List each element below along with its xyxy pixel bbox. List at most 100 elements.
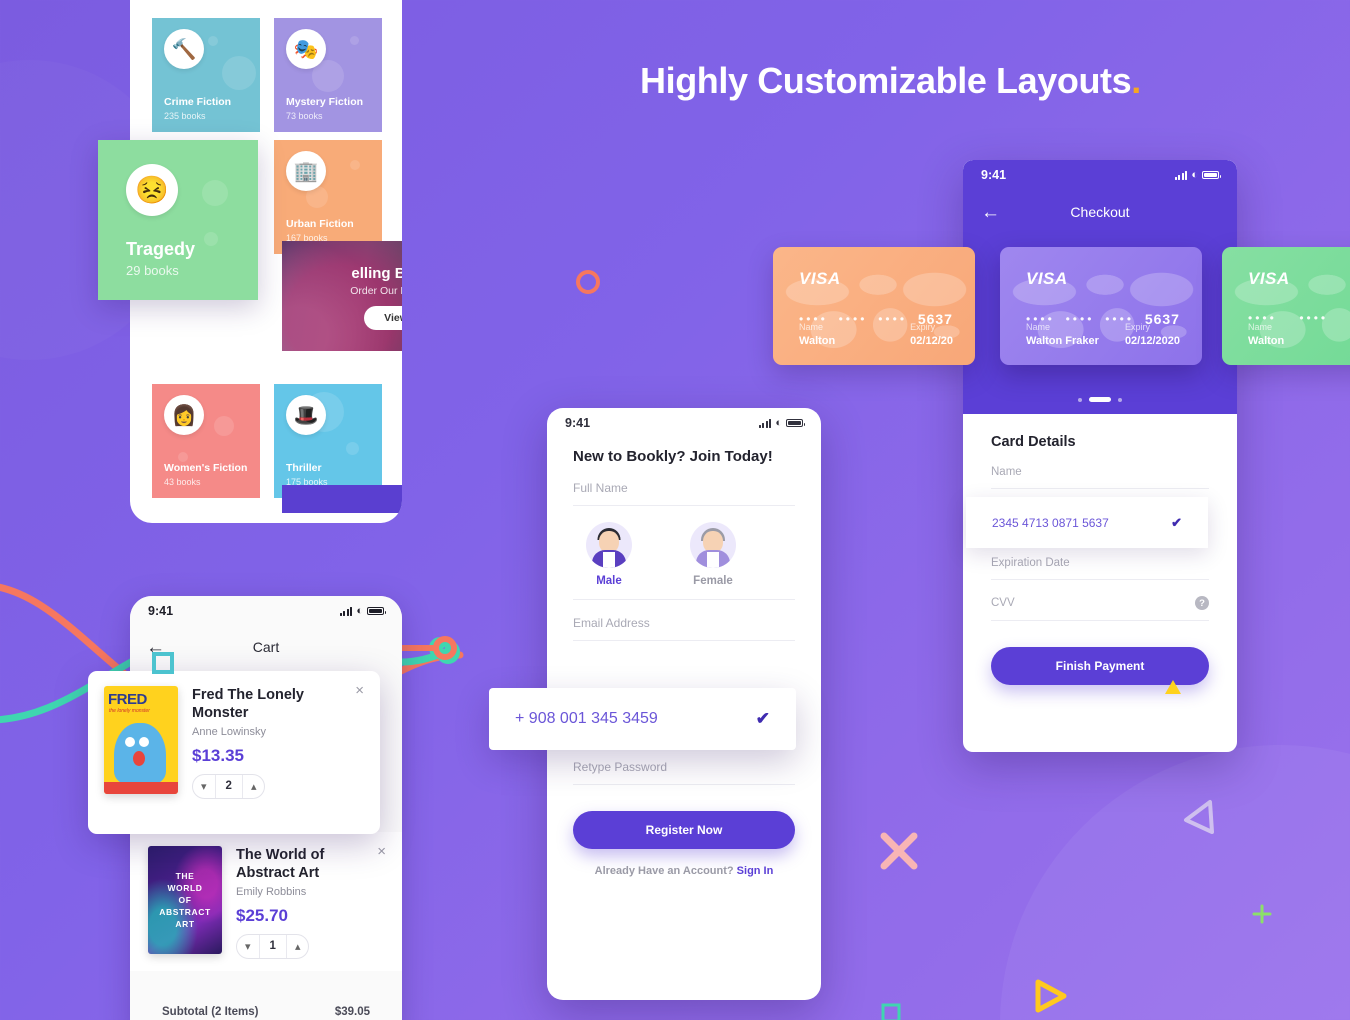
status-bar: 9:41 ◐ xyxy=(547,408,821,438)
card-footer: Name Walton Expiry 02/12/20 xyxy=(799,322,953,347)
increase-quantity-button[interactable]: ▴ xyxy=(287,940,309,953)
gender-label-female: Female xyxy=(693,575,733,587)
register-footer: Already Have an Account? Sign In xyxy=(547,865,821,877)
book-price: $25.70 xyxy=(236,906,288,926)
cover-monster-mouth xyxy=(133,751,145,766)
card-name-placeholder: Name xyxy=(991,466,1022,478)
category-card-womens-fiction[interactable]: 👩 Women's Fiction 43 books xyxy=(152,384,260,498)
decorative-yellow-triangle-icon xyxy=(1035,979,1067,1013)
battery-icon xyxy=(786,419,805,427)
status-icons: ◐ xyxy=(339,605,386,617)
quantity-stepper[interactable]: ▾ 2 ▴ xyxy=(192,774,266,800)
register-now-button[interactable]: Register Now xyxy=(573,811,795,849)
remove-item-button[interactable]: × xyxy=(355,683,364,698)
phone-number-input[interactable]: + 908 001 345 3459 ✔ xyxy=(489,688,796,750)
card-expiry-label: Expiry xyxy=(1124,322,1150,332)
promo-title: elling Books xyxy=(351,265,402,282)
category-card-mystery-fiction[interactable]: 🎭 Mystery Fiction 73 books xyxy=(274,18,382,132)
gavel-icon: 🔨 xyxy=(164,29,204,69)
woman-icon: 👩 xyxy=(164,395,204,435)
category-count: 73 books xyxy=(286,111,323,121)
card-name-value: Walton xyxy=(1248,335,1285,347)
card-number-input[interactable]: 2345 4713 0871 5637 ✔ xyxy=(966,497,1208,548)
sign-in-link[interactable]: Sign In xyxy=(737,865,774,877)
decorative-teal-square-icon xyxy=(881,1003,901,1020)
decorative-teal-square-outline xyxy=(152,652,174,674)
quantity-stepper[interactable]: ▾ 1 ▴ xyxy=(236,934,310,960)
card-expiry-value: 02/12/20 xyxy=(910,335,953,347)
carousel-dot-active[interactable] xyxy=(1089,397,1111,402)
gender-option-male[interactable]: Male xyxy=(573,522,645,587)
decorative-bubble xyxy=(214,416,234,436)
full-name-input[interactable]: Full Name xyxy=(573,465,795,506)
cvv-input[interactable]: CVV ? xyxy=(991,580,1209,621)
world-map-pattern xyxy=(1000,247,1202,365)
category-card-thriller[interactable]: 🎩 Thriller 175 books xyxy=(274,384,382,498)
visa-card-green[interactable]: VISA •••• •••• •••• Name Walton xyxy=(1222,247,1350,365)
category-card-urban-fiction[interactable]: 🏢 Urban Fiction 167 books xyxy=(274,140,382,254)
cover-line: THE xyxy=(175,871,195,881)
category-count: 235 books xyxy=(164,111,206,121)
carousel-dot[interactable] xyxy=(1118,397,1122,402)
status-time: 9:41 xyxy=(148,604,174,618)
check-icon: ✔ xyxy=(1171,514,1182,530)
card-carousel-indicator[interactable] xyxy=(963,397,1237,402)
promo-view-button[interactable]: View xyxy=(364,306,402,330)
phone-number-value: + 908 001 345 3459 xyxy=(515,710,658,727)
decorative-bubble xyxy=(346,442,359,455)
category-card-crime-fiction[interactable]: 🔨 Crime Fiction 235 books xyxy=(152,18,260,132)
gender-label-male: Male xyxy=(596,575,622,587)
status-icons: ◐ xyxy=(1174,169,1221,181)
check-icon: ✔ xyxy=(755,709,770,728)
status-bar: 9:41 ◐ xyxy=(130,596,402,626)
page-title-text: Highly Customizable Layouts xyxy=(640,60,1132,101)
card-footer: Name Walton Fraker Expiry 02/12/2020 xyxy=(1026,322,1180,347)
help-icon[interactable]: ? xyxy=(1195,596,1209,610)
email-input[interactable]: Email Address xyxy=(573,600,795,641)
tragedy-mask-icon: 😣 xyxy=(126,164,178,216)
category-name: Thriller xyxy=(286,462,322,474)
finish-payment-button[interactable]: Finish Payment xyxy=(991,647,1209,694)
category-card-tragedy[interactable]: 😣 Tragedy 29 books xyxy=(98,140,258,300)
cover-subtitle: the lonely monster xyxy=(109,708,150,714)
decorative-bubble xyxy=(350,36,359,45)
category-name: Tragedy xyxy=(126,239,196,259)
cover-title: FRED xyxy=(108,691,147,708)
gender-option-female[interactable]: Female xyxy=(677,522,749,587)
register-heading: New to Bookly? Join Today! xyxy=(573,448,773,465)
book-title: Fred The Lonely Monster xyxy=(192,687,304,722)
background-blob-large xyxy=(1000,745,1350,1020)
category-name: Crime Fiction xyxy=(164,96,232,108)
male-avatar xyxy=(586,522,632,568)
card-name-value: Walton xyxy=(799,335,836,347)
back-button[interactable]: ← xyxy=(981,203,1000,222)
card-expiry-block: Expiry 02/12/20 xyxy=(910,322,953,347)
card-name-input[interactable]: Name xyxy=(991,450,1209,489)
card-footer: Name Walton xyxy=(1248,322,1350,347)
cart-item-abstract-art[interactable]: × THE WORLD OF ABSTRACT ART The World of… xyxy=(130,832,402,972)
expiration-placeholder: Expiration Date xyxy=(991,557,1070,569)
visa-logo: VISA xyxy=(1248,269,1290,288)
decrease-quantity-button[interactable]: ▾ xyxy=(237,940,259,953)
signal-icon xyxy=(1174,170,1188,180)
retype-password-input[interactable]: Retype Password xyxy=(573,744,795,785)
visa-card-orange[interactable]: VISA •••• •••• •••• 5637 Name Walton Exp… xyxy=(773,247,975,365)
battery-icon xyxy=(1202,171,1221,179)
status-bar: 9:41 ◐ xyxy=(963,160,1237,190)
promo-card[interactable]: elling Books Order Our Products View xyxy=(282,241,402,351)
increase-quantity-button[interactable]: ▴ xyxy=(243,780,265,793)
decrease-quantity-button[interactable]: ▾ xyxy=(193,780,215,793)
card-name-value: Walton Fraker xyxy=(1026,335,1099,347)
female-avatar xyxy=(690,522,736,568)
card-name-label: Name xyxy=(1248,322,1273,332)
cart-item-fred-the-lonely-monster[interactable]: × FRED the lonely monster Fred The Lonel… xyxy=(88,671,380,834)
wifi-icon: ◐ xyxy=(775,416,782,429)
visa-card-purple-selected[interactable]: VISA •••• •••• •••• 5637 Name Walton Fra… xyxy=(1000,247,1202,365)
carousel-dot[interactable] xyxy=(1078,397,1082,402)
remove-item-button[interactable]: × xyxy=(377,844,386,859)
book-cover-abstract-art: THE WORLD OF ABSTRACT ART xyxy=(148,846,222,954)
decorative-lilac-triangle-icon xyxy=(1184,800,1214,834)
hat-icon: 🎩 xyxy=(286,395,326,435)
card-expiry-block: Expiry 02/12/2020 xyxy=(1125,322,1180,347)
card-name-block: Name Walton xyxy=(1248,322,1284,347)
